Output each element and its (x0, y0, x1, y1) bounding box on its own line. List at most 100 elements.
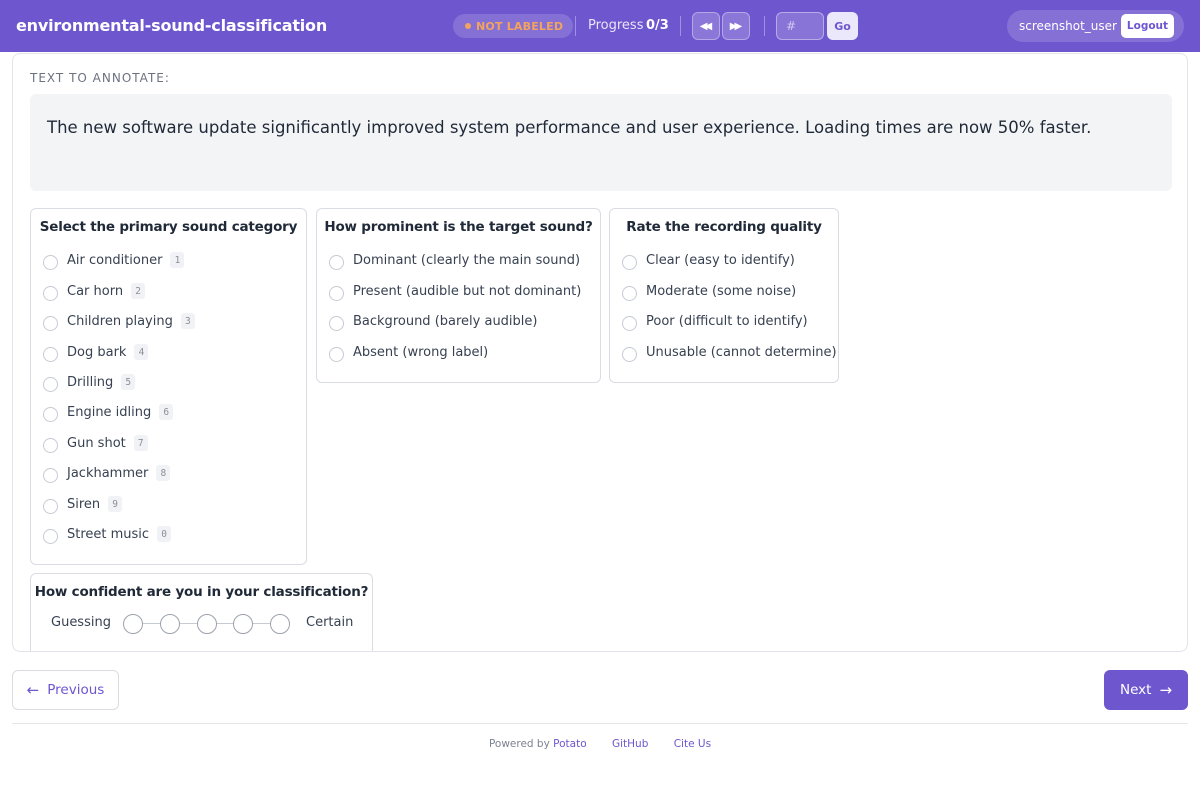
radio-button[interactable] (43, 346, 58, 362)
question-sound-category: Select the primary sound category Air co… (30, 208, 307, 565)
go-button[interactable]: Go (827, 12, 858, 40)
option-label: Moderate (some noise) (646, 283, 797, 299)
option-moderate[interactable]: Moderate (some noise) (622, 280, 796, 302)
jump-to-input[interactable] (776, 12, 824, 40)
header-divider (680, 16, 681, 36)
status-dot (465, 23, 471, 29)
radio-button[interactable] (43, 498, 58, 514)
question-confidence: How confident are you in your classifica… (30, 573, 373, 651)
radio-button[interactable] (43, 528, 58, 544)
keyboard-shortcut-badge: 1 (170, 252, 185, 268)
radio-button[interactable] (43, 406, 58, 422)
keyboard-shortcut-badge: 0 (157, 526, 172, 542)
option-unusable[interactable]: Unusable (cannot determine) (622, 341, 837, 363)
question-recording-quality: Rate the recording quality Clear (easy t… (609, 208, 839, 383)
option-siren[interactable]: Siren 9 (43, 493, 123, 515)
option-drilling[interactable]: Drilling 5 (43, 371, 136, 393)
likert-min-label: Guessing (51, 615, 111, 630)
username: screenshot_user (1019, 19, 1117, 33)
option-poor[interactable]: Poor (difficult to identify) (622, 310, 808, 332)
radio-button[interactable] (329, 315, 344, 331)
logout-button[interactable]: Logout (1121, 14, 1174, 38)
next-button[interactable]: Next → (1104, 670, 1188, 710)
option-dominant[interactable]: Dominant (clearly the main sound) (329, 249, 580, 271)
status-badge: NOT LABELED (453, 14, 574, 38)
option-engine-idling[interactable]: Engine idling 6 (43, 401, 174, 423)
option-label: Drilling (67, 374, 114, 390)
double-chevron-left-icon: ◀◀ (699, 20, 713, 32)
question-title: Select the primary sound category (39, 219, 298, 235)
section-label: TEXT TO ANNOTATE: (30, 71, 170, 85)
keyboard-shortcut-badge: 6 (159, 404, 174, 420)
likert-option-5[interactable] (270, 614, 290, 634)
user-menu: screenshot_user Logout (1007, 10, 1184, 42)
rewind-button[interactable]: ◀◀ (692, 12, 720, 40)
github-link[interactable]: GitHub (612, 738, 648, 750)
likert-option-4[interactable] (233, 614, 253, 634)
option-background[interactable]: Background (barely audible) (329, 310, 537, 332)
potato-link[interactable]: Potato (553, 738, 586, 750)
previous-button[interactable]: ← Previous (12, 670, 119, 710)
keyboard-shortcut-badge: 3 (180, 313, 195, 329)
likert-option-3[interactable] (197, 614, 217, 634)
question-prominence: How prominent is the target sound? Domin… (316, 208, 601, 383)
arrow-right-icon: → (1159, 680, 1173, 699)
option-label: Absent (wrong label) (353, 344, 489, 360)
option-label: Children playing (67, 313, 173, 329)
option-car-horn[interactable]: Car horn 2 (43, 280, 146, 302)
likert-option-1[interactable] (123, 614, 143, 634)
fast-forward-button[interactable]: ▶▶ (722, 12, 750, 40)
option-label: Background (barely audible) (353, 313, 538, 329)
question-title: How prominent is the target sound? (324, 219, 593, 235)
previous-label: Previous (47, 682, 105, 698)
option-jackhammer[interactable]: Jackhammer 8 (43, 462, 171, 484)
radio-button[interactable] (622, 254, 637, 270)
annotation-panel: TEXT TO ANNOTATE: The new software updat… (12, 53, 1188, 652)
question-title: How confident are you in your classifica… (34, 584, 369, 600)
radio-button[interactable] (43, 285, 58, 301)
option-label: Dominant (clearly the main sound) (353, 252, 581, 268)
question-title: Rate the recording quality (626, 219, 822, 235)
radio-button[interactable] (329, 285, 344, 301)
keyboard-shortcut-badge: 2 (131, 283, 146, 299)
option-label: Unusable (cannot determine) (646, 344, 837, 360)
likert-option-2[interactable] (160, 614, 180, 634)
option-air-conditioner[interactable]: Air conditioner 1 (43, 249, 185, 271)
option-label: Poor (difficult to identify) (646, 313, 808, 329)
instance-text: The new software update significantly im… (47, 118, 1092, 137)
option-absent[interactable]: Absent (wrong label) (329, 341, 488, 363)
option-label: Street music (67, 526, 150, 542)
option-label: Car horn (67, 283, 124, 299)
double-chevron-right-icon: ▶▶ (729, 20, 743, 32)
radio-button[interactable] (622, 315, 637, 331)
radio-button[interactable] (43, 315, 58, 331)
option-gun-shot[interactable]: Gun shot 7 (43, 432, 148, 454)
radio-button[interactable] (43, 467, 58, 483)
option-label: Dog bark (67, 344, 127, 360)
cite-us-link[interactable]: Cite Us (674, 738, 711, 750)
option-children-playing[interactable]: Children playing 3 (43, 310, 195, 332)
option-label: Air conditioner (67, 252, 163, 268)
status-text: NOT LABELED (476, 19, 564, 33)
radio-button[interactable] (622, 346, 637, 362)
powered-by-text: Powered by (488, 738, 550, 750)
next-label: Next (1119, 682, 1152, 698)
radio-button[interactable] (329, 254, 344, 270)
keyboard-shortcut-badge: 9 (108, 496, 123, 512)
option-label: Gun shot (67, 435, 126, 451)
text-to-annotate: The new software update significantly im… (30, 94, 1172, 191)
option-dog-bark[interactable]: Dog bark 4 (43, 341, 149, 363)
option-label: Jackhammer (67, 465, 149, 481)
radio-button[interactable] (43, 437, 58, 453)
radio-button[interactable] (43, 254, 58, 270)
top-bar: environmental-sound-classification NOT L… (0, 0, 1200, 52)
option-label: Present (audible but not dominant) (353, 283, 582, 299)
progress-value: 0/3 (646, 18, 669, 33)
option-present[interactable]: Present (audible but not dominant) (329, 280, 581, 302)
option-clear[interactable]: Clear (easy to identify) (622, 249, 795, 271)
keyboard-shortcut-badge: 5 (121, 374, 136, 390)
radio-button[interactable] (622, 285, 637, 301)
radio-button[interactable] (43, 376, 58, 392)
option-street-music[interactable]: Street music 0 (43, 523, 172, 545)
radio-button[interactable] (329, 346, 344, 362)
